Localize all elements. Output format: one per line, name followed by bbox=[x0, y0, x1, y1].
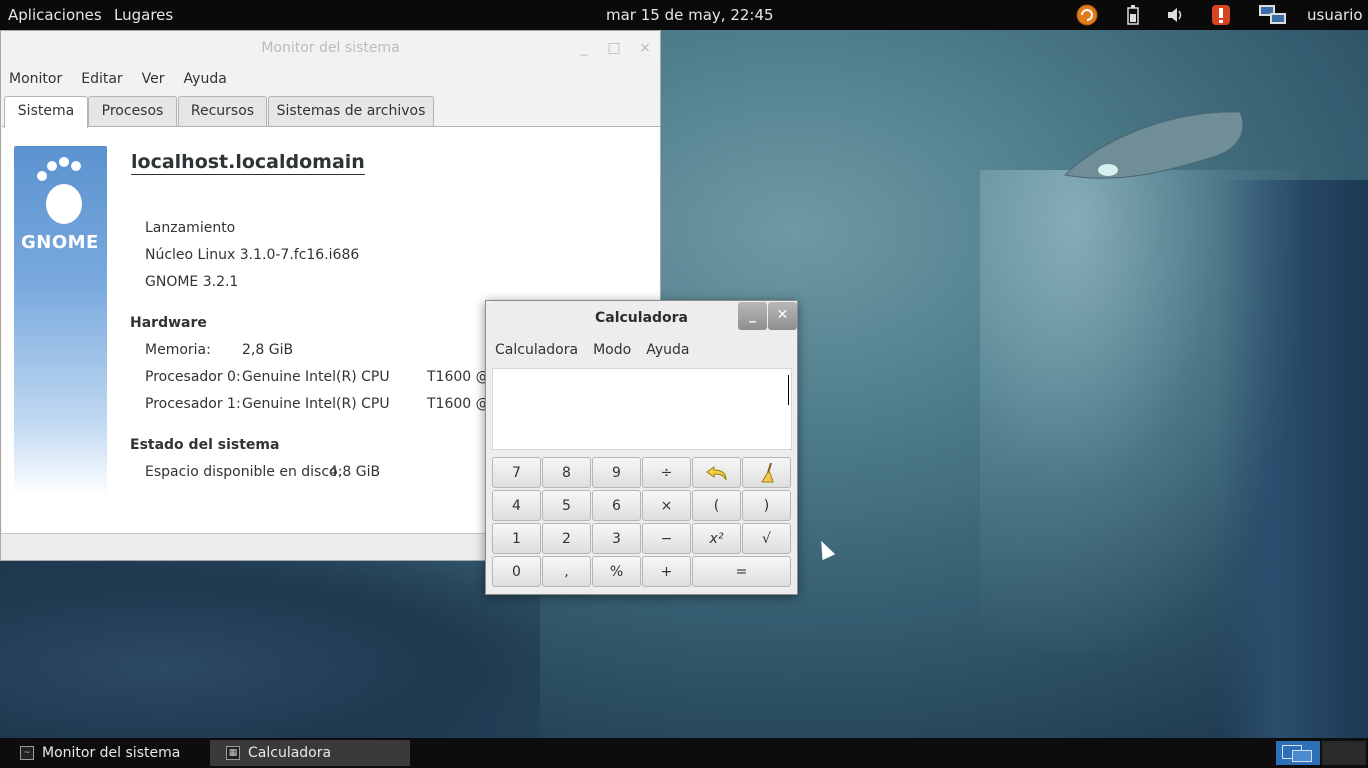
sysmon-titlebar[interactable]: Monitor del sistema _ □ × bbox=[1, 31, 660, 65]
key-minus[interactable]: − bbox=[642, 523, 691, 554]
menu-view[interactable]: Ver bbox=[142, 65, 184, 93]
sysmon-tabs: Sistema Procesos Recursos Sistemas de ar… bbox=[1, 93, 660, 128]
key-4[interactable]: 4 bbox=[492, 490, 541, 521]
sysmon-close-button[interactable]: × bbox=[631, 31, 659, 65]
calc-minimize-button[interactable]: _ bbox=[738, 302, 767, 330]
tab-resources[interactable]: Recursos bbox=[178, 96, 267, 127]
cpu1-label: Procesador 1: bbox=[145, 396, 241, 412]
key-plus[interactable]: + bbox=[642, 556, 691, 587]
calculator-app-icon: ▦ bbox=[226, 746, 240, 760]
key-sqrt[interactable]: √ bbox=[742, 523, 791, 554]
menu-calculator[interactable]: Calculadora bbox=[495, 335, 593, 365]
key-6[interactable]: 6 bbox=[592, 490, 641, 521]
tab-system[interactable]: Sistema bbox=[4, 96, 88, 128]
volume-icon[interactable] bbox=[1164, 4, 1188, 26]
calculator-window: Calculadora _ ✕ Calculadora Modo Ayuda 7… bbox=[485, 300, 798, 595]
key-divide[interactable]: ÷ bbox=[642, 457, 691, 488]
menu-help[interactable]: Ayuda bbox=[184, 65, 246, 93]
wallpaper-submarine-light bbox=[980, 170, 1300, 650]
sysmon-minimize-button[interactable]: _ bbox=[570, 31, 598, 65]
sysmon-maximize-button[interactable]: □ bbox=[600, 31, 628, 65]
key-2[interactable]: 2 bbox=[542, 523, 591, 554]
menu-monitor[interactable]: Monitor bbox=[9, 65, 81, 93]
battery-icon[interactable] bbox=[1121, 4, 1145, 26]
network-icon[interactable] bbox=[1258, 4, 1288, 26]
task-calculator[interactable]: ▦ Calculadora bbox=[210, 740, 410, 766]
hostname: localhost.localdomain bbox=[131, 151, 365, 175]
text-cursor bbox=[788, 375, 789, 405]
key-8[interactable]: 8 bbox=[542, 457, 591, 488]
sysmon-title: Monitor del sistema bbox=[261, 40, 400, 56]
memory-value: 2,8 GiB bbox=[242, 342, 294, 358]
wallpaper-rocks-left bbox=[0, 560, 540, 738]
update-icon[interactable] bbox=[1075, 4, 1099, 26]
release-label: Lanzamiento bbox=[145, 220, 236, 236]
key-multiply[interactable]: × bbox=[642, 490, 691, 521]
places-menu[interactable]: Lugares bbox=[114, 6, 173, 24]
undo-icon bbox=[705, 465, 726, 480]
broom-icon bbox=[760, 462, 774, 482]
calc-titlebar[interactable]: Calculadora _ ✕ bbox=[486, 301, 797, 335]
task-label: Monitor del sistema bbox=[42, 745, 181, 761]
key-3[interactable]: 3 bbox=[592, 523, 641, 554]
workspace-window-thumb bbox=[1292, 750, 1312, 762]
gnome-version: GNOME 3.2.1 bbox=[145, 274, 239, 290]
gnome-logo-text: GNOME bbox=[21, 232, 99, 253]
wallpaper-rocks-right bbox=[1218, 180, 1368, 740]
key-0[interactable]: 0 bbox=[492, 556, 541, 587]
key-square[interactable]: x² bbox=[692, 523, 741, 554]
key-equals[interactable]: = bbox=[692, 556, 791, 587]
disk-space-label: Espacio disponible en disco: bbox=[145, 464, 343, 480]
cpu0-label: Procesador 0: bbox=[145, 369, 241, 385]
user-menu[interactable]: usuario bbox=[1307, 6, 1363, 24]
cpu1-value: Genuine Intel(R) CPU bbox=[242, 396, 390, 412]
memory-label: Memoria: bbox=[145, 342, 211, 358]
calc-menubar: Calculadora Modo Ayuda bbox=[486, 335, 797, 365]
cpu1-model: T1600 @ bbox=[427, 396, 490, 412]
hardware-header: Hardware bbox=[130, 315, 207, 331]
calc-close-button[interactable]: ✕ bbox=[768, 302, 797, 330]
cpu0-value: Genuine Intel(R) CPU bbox=[242, 369, 390, 385]
key-1[interactable]: 1 bbox=[492, 523, 541, 554]
monitor-app-icon: ~ bbox=[20, 746, 34, 760]
workspace-2[interactable] bbox=[1322, 741, 1366, 765]
wallpaper-submarine bbox=[1063, 111, 1244, 179]
key-7[interactable]: 7 bbox=[492, 457, 541, 488]
bottom-panel: ~ Monitor del sistema ▦ Calculadora bbox=[0, 738, 1368, 768]
key-comma[interactable]: , bbox=[542, 556, 591, 587]
top-panel: Aplicaciones Lugares mar 15 de may, 22:4… bbox=[0, 0, 1368, 30]
mouse-pointer bbox=[814, 537, 836, 561]
key-9[interactable]: 9 bbox=[592, 457, 641, 488]
kernel-version: Núcleo Linux 3.1.0-7.fc16.i686 bbox=[145, 247, 360, 263]
key-left-paren[interactable]: ( bbox=[692, 490, 741, 521]
calc-title: Calculadora bbox=[594, 310, 689, 326]
system-status-header: Estado del sistema bbox=[130, 437, 280, 453]
calc-display[interactable] bbox=[492, 368, 792, 450]
task-label: Calculadora bbox=[248, 745, 332, 761]
disk-space-value: 4,8 GiB bbox=[329, 464, 381, 480]
cpu0-model: T1600 @ bbox=[427, 369, 490, 385]
key-right-paren[interactable]: ) bbox=[742, 490, 791, 521]
alert-icon[interactable] bbox=[1209, 4, 1233, 26]
key-5[interactable]: 5 bbox=[542, 490, 591, 521]
menu-mode[interactable]: Modo bbox=[593, 335, 646, 365]
menu-calc-help[interactable]: Ayuda bbox=[646, 335, 704, 365]
tab-processes[interactable]: Procesos bbox=[88, 96, 177, 127]
tab-file-systems[interactable]: Sistemas de archivos bbox=[268, 96, 434, 127]
gnome-logo-panel: GNOME bbox=[14, 146, 107, 496]
key-percent[interactable]: % bbox=[592, 556, 641, 587]
clock[interactable]: mar 15 de may, 22:45 bbox=[606, 6, 774, 24]
undo-button[interactable] bbox=[692, 457, 741, 488]
task-system-monitor[interactable]: ~ Monitor del sistema bbox=[4, 740, 204, 766]
sysmon-menubar: Monitor Editar Ver Ayuda bbox=[1, 65, 660, 93]
clear-button[interactable] bbox=[742, 457, 791, 488]
applications-menu[interactable]: Aplicaciones bbox=[8, 6, 102, 24]
workspace-1[interactable] bbox=[1276, 741, 1320, 765]
menu-edit[interactable]: Editar bbox=[81, 65, 141, 93]
